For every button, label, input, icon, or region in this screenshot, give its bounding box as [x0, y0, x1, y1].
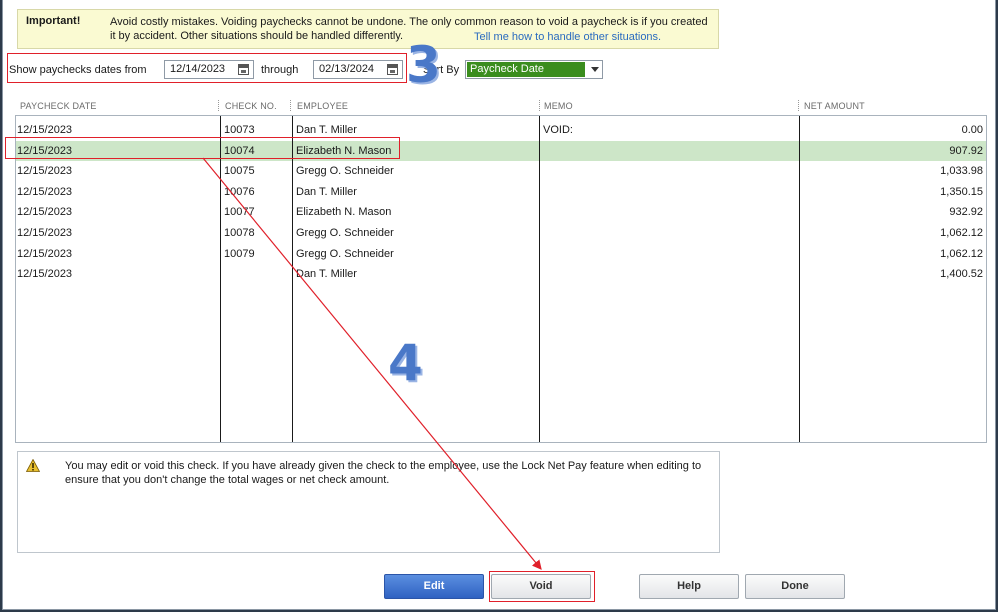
cell-employee: Gregg O. Schneider [296, 165, 394, 178]
cell-paycheck-date: 12/15/2023 [17, 247, 73, 260]
chevron-down-icon[interactable] [591, 67, 599, 72]
table-row[interactable]: 12/15/2023 Dan T. Miller 1,400.52 [16, 264, 986, 284]
table-row[interactable]: 12/15/2023 10079 Gregg O. Schneider 1,062.1… [16, 244, 986, 264]
table-row[interactable]: 12/15/2023 10078 Gregg O. Schneider 1,062.1… [16, 223, 986, 243]
cell-paycheck-date: 12/15/2023 [17, 227, 73, 239]
cell-net-amount: 1,350.15 [940, 185, 983, 198]
column-separator [290, 100, 291, 111]
cell-net-amount: 1,062.12 [940, 227, 983, 239]
void-paychecks-window: Important! Avoid costly mistakes. Voidin… [2, 0, 996, 610]
warning-icon [26, 459, 40, 472]
cell-check-no: 10079 [224, 247, 255, 260]
step-3-annotation: 3 [406, 36, 441, 94]
other-situations-link[interactable]: Tell me how to handle other situations. [474, 31, 661, 43]
void-button[interactable]: Void [491, 574, 591, 599]
cell-memo: VOID: [543, 124, 573, 136]
cell-check-no: 10077 [224, 206, 255, 219]
table-header: PAYCHECK DATE CHECK NO. EMPLOYEE MEMO NE… [15, 97, 987, 115]
cell-check-no: 10075 [224, 165, 255, 178]
cell-paycheck-date: 12/15/2023 [17, 124, 73, 136]
step-4-annotation: 4 [388, 334, 423, 392]
header-check-no[interactable]: CHECK NO. [225, 101, 277, 111]
cell-paycheck-date: 12/15/2023 [17, 268, 73, 281]
calendar-icon[interactable] [387, 64, 398, 75]
paychecks-table: 12/15/2023 10073 Dan T. Miller VOID: 0.00 12/… [15, 115, 987, 443]
cell-employee: Gregg O. Schneider [296, 227, 394, 239]
column-divider [220, 116, 221, 442]
cell-employee: Dan T. Miller [296, 124, 357, 136]
to-date-value: 02/13/2024 [319, 63, 375, 75]
column-separator [539, 100, 540, 111]
table-row[interactable]: 12/15/2023 10074 Elizabeth N. Mason 907.92 [16, 140, 986, 161]
from-date-value: 12/14/2023 [170, 63, 226, 75]
from-date-field[interactable]: 12/14/2023 [164, 60, 254, 79]
column-divider [799, 116, 800, 442]
cell-employee: Dan T. Miller [296, 268, 357, 281]
done-button[interactable]: Done [745, 574, 845, 599]
cell-paycheck-date: 12/15/2023 [17, 206, 73, 219]
cell-employee: Dan T. Miller [296, 185, 357, 198]
cell-check-no: 10076 [224, 185, 255, 198]
cell-net-amount: 1,062.12 [940, 247, 983, 260]
sort-by-dropdown[interactable]: Paycheck Date [465, 60, 603, 79]
header-employee[interactable]: EMPLOYEE [297, 101, 348, 111]
table-row[interactable]: 12/15/2023 10075 Gregg O. Schneider 1,033.9… [16, 161, 986, 181]
cell-paycheck-date: 12/15/2023 [17, 144, 73, 157]
cell-net-amount: 1,400.52 [940, 268, 983, 281]
info-message: You may edit or void this check. If you … [65, 460, 702, 486]
help-button[interactable]: Help [639, 574, 739, 599]
column-divider [292, 116, 293, 442]
important-banner: Important! Avoid costly mistakes. Voidin… [17, 9, 719, 49]
cell-net-amount: 0.00 [961, 124, 983, 136]
header-net-amount[interactable]: NET AMOUNT [804, 101, 865, 111]
info-box: You may edit or void this check. If you … [17, 451, 720, 553]
cell-net-amount: 1,033.98 [940, 165, 983, 178]
cell-check-no: 10078 [224, 227, 255, 239]
cell-check-no: 10073 [224, 124, 255, 136]
cell-employee: Elizabeth N. Mason [296, 144, 392, 157]
table-row[interactable]: 12/15/2023 10073 Dan T. Miller VOID: 0.00 [16, 120, 986, 140]
column-separator [218, 100, 219, 111]
cell-net-amount: 907.92 [949, 144, 983, 157]
calendar-icon[interactable] [238, 64, 249, 75]
table-row[interactable]: 12/15/2023 10077 Elizabeth N. Mason 932.92 [16, 202, 986, 222]
table-row[interactable]: 12/15/2023 10076 Dan T. Miller 1,350.15 [16, 182, 986, 202]
header-memo[interactable]: MEMO [544, 101, 573, 111]
sort-by-value: Paycheck Date [467, 62, 585, 77]
to-date-field[interactable]: 02/13/2024 [313, 60, 403, 79]
cell-employee: Elizabeth N. Mason [296, 206, 392, 219]
cell-employee: Gregg O. Schneider [296, 247, 394, 260]
cell-paycheck-date: 12/15/2023 [17, 165, 73, 178]
show-paychecks-label: Show paychecks dates from [9, 64, 147, 76]
edit-button[interactable]: Edit [384, 574, 484, 599]
through-label: through [261, 64, 299, 76]
column-separator [798, 100, 799, 111]
cell-check-no: 10074 [224, 144, 255, 157]
cell-paycheck-date: 12/15/2023 [17, 185, 73, 198]
cell-net-amount: 932.92 [949, 206, 983, 219]
important-label: Important! [26, 15, 81, 27]
header-paycheck-date[interactable]: PAYCHECK DATE [20, 101, 97, 111]
column-divider [539, 116, 540, 442]
